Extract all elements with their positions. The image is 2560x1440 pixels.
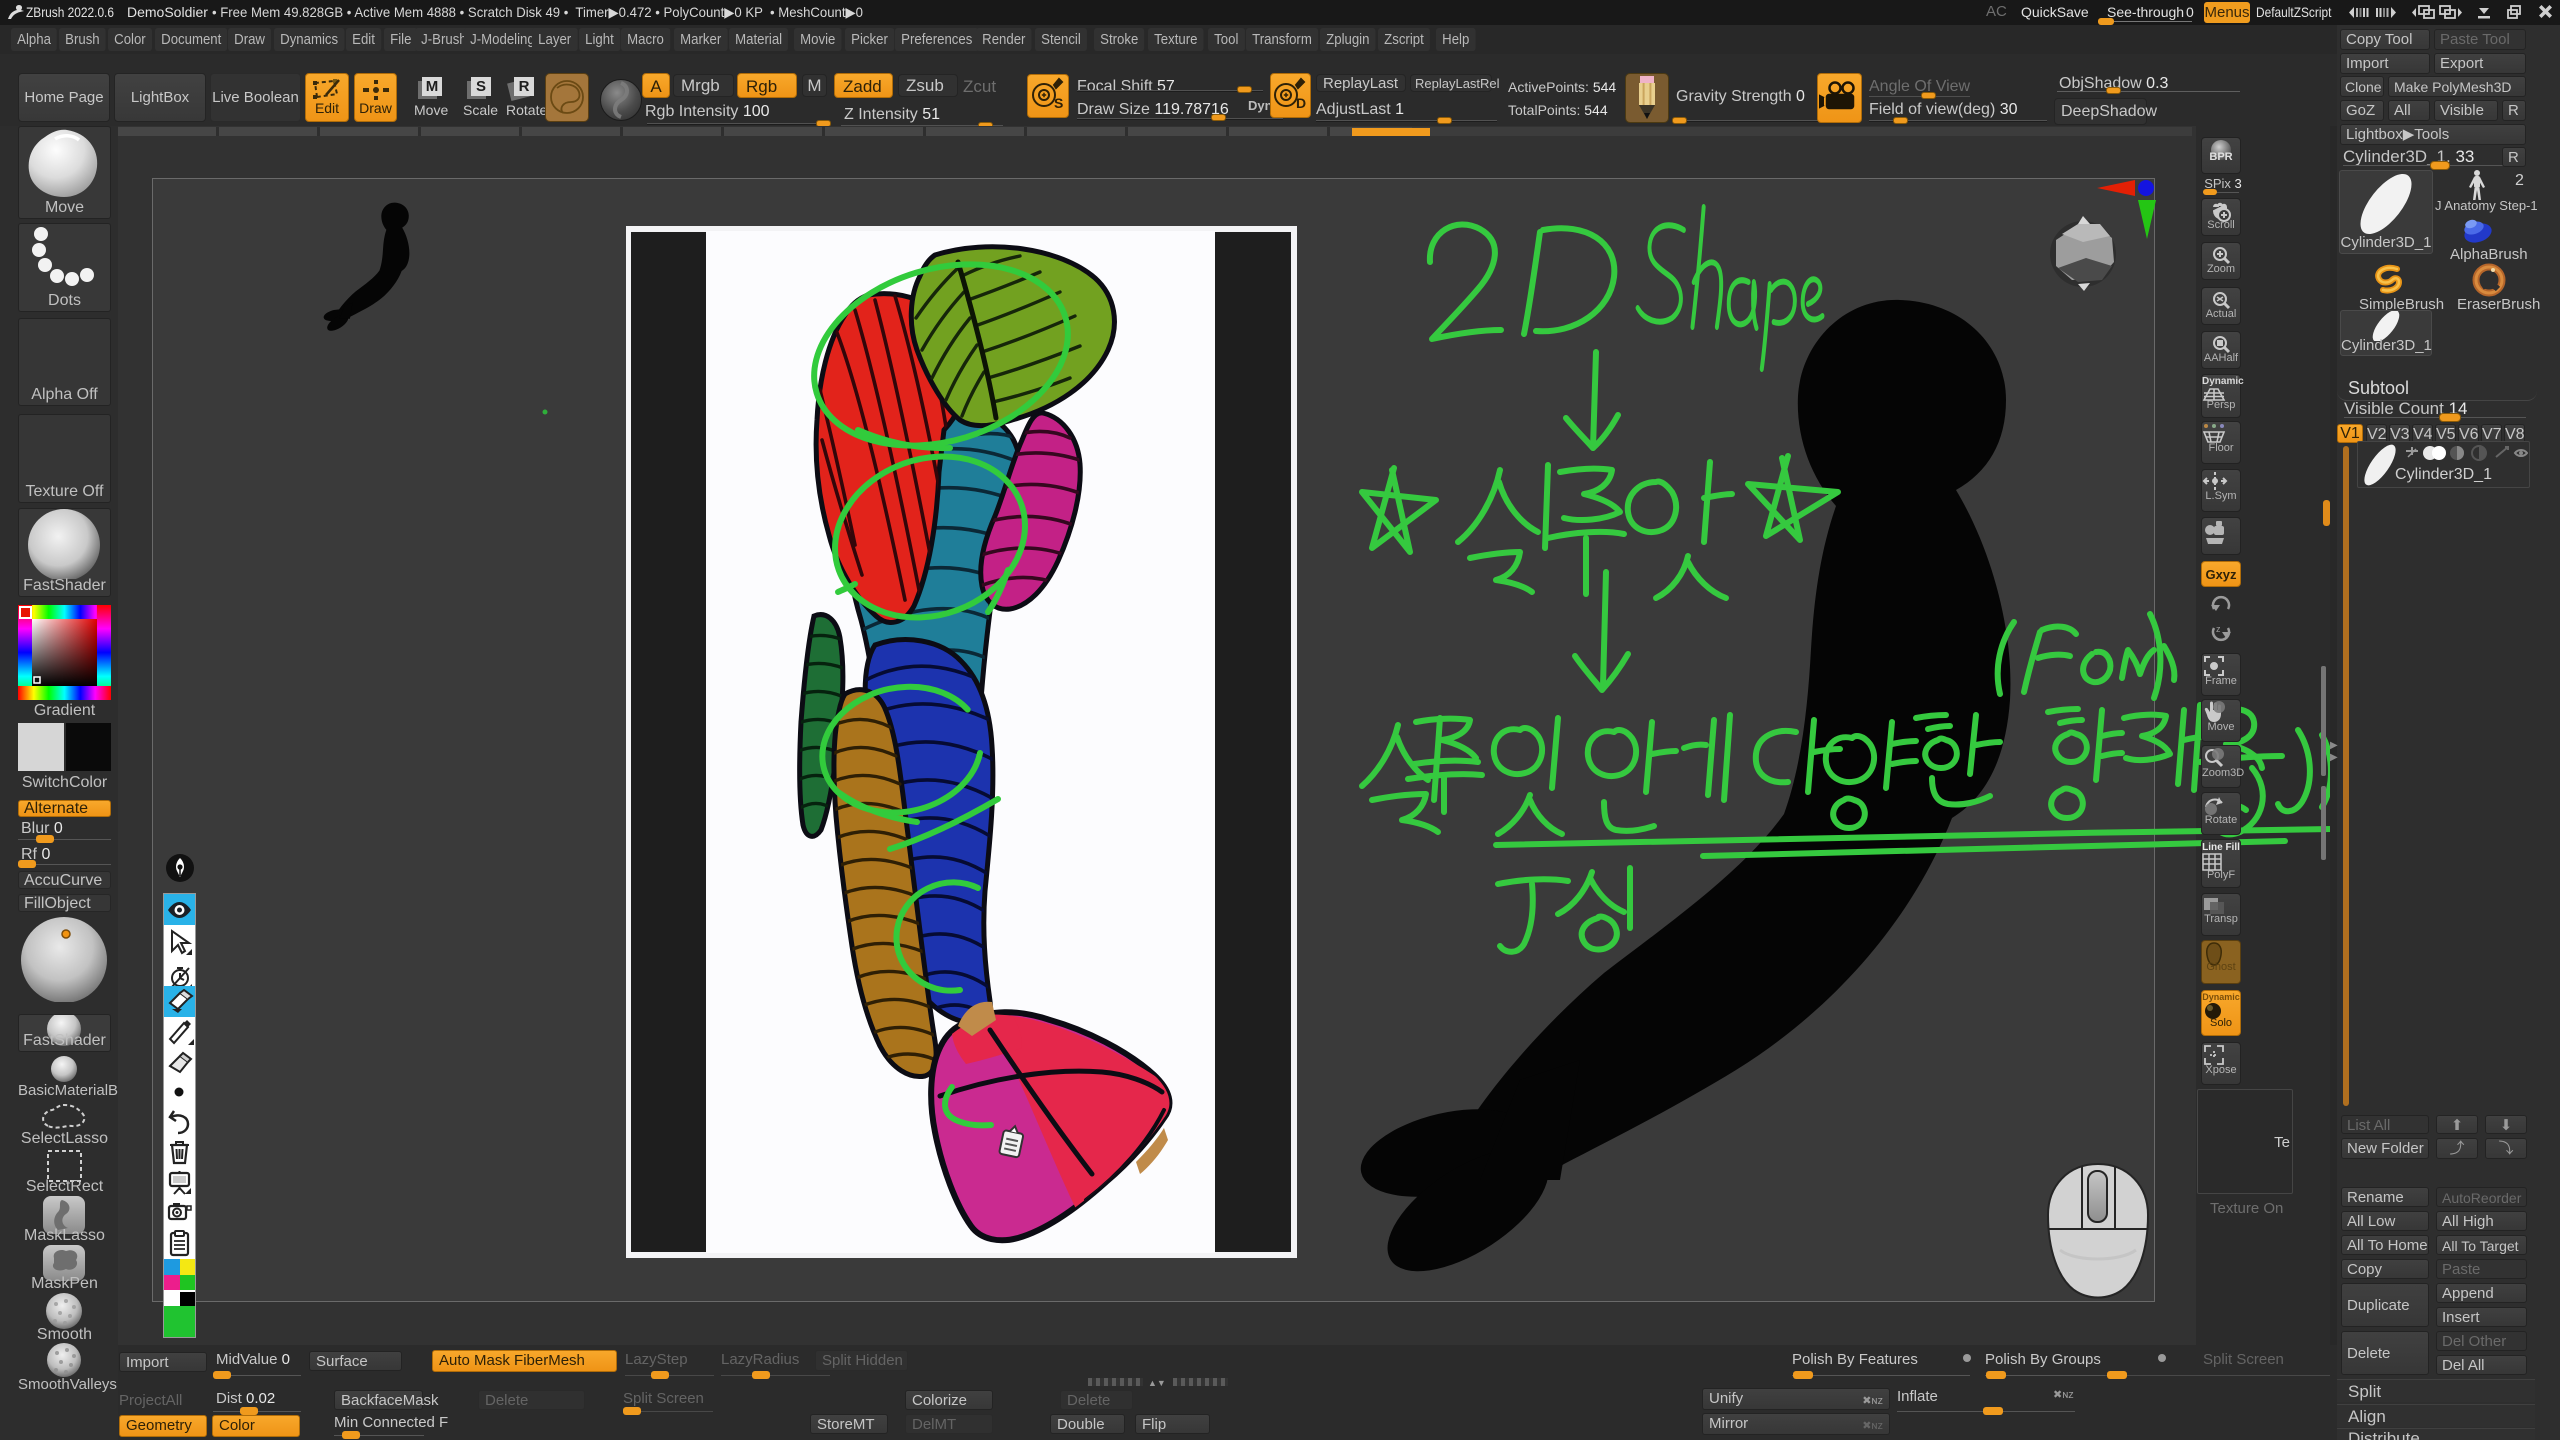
svg-text:S: S (1054, 95, 1063, 111)
svg-text:D: D (1296, 95, 1306, 111)
svg-text:z: z (2216, 624, 2221, 634)
